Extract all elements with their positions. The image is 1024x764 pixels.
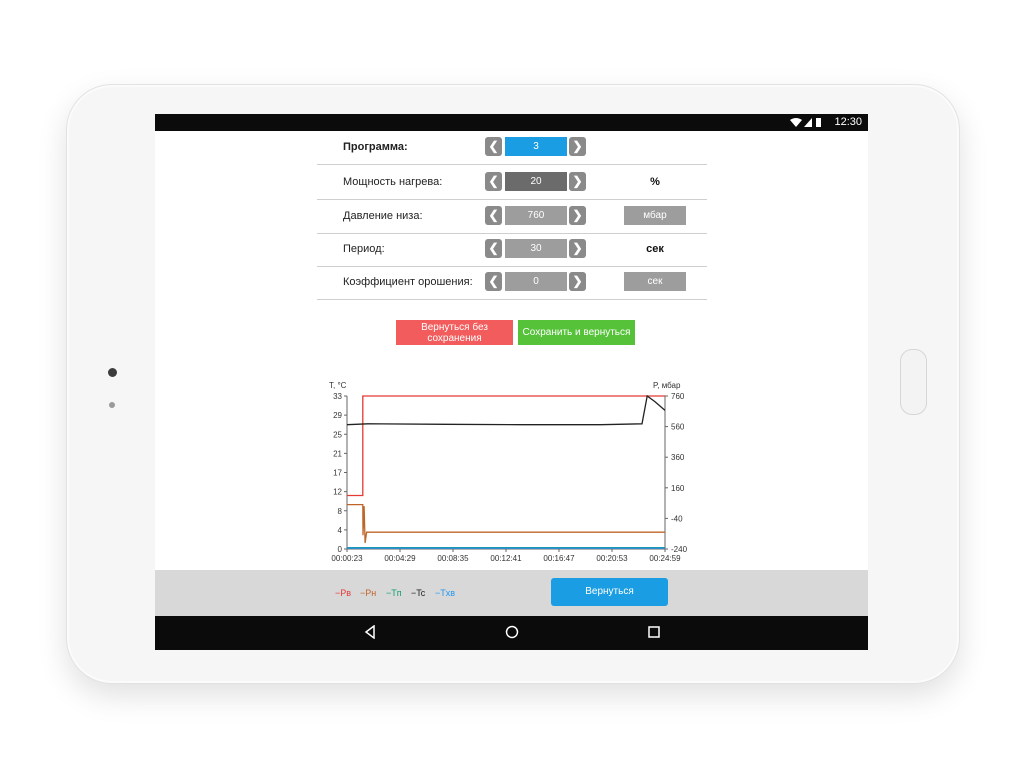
param-unit[interactable]: сек	[624, 272, 686, 291]
legend-item: −Pв	[335, 588, 352, 598]
increment-arrow-icon[interactable]: ❯	[569, 137, 586, 156]
right-axis-title: P, мбар	[653, 381, 681, 390]
left-tick-label: 12	[333, 488, 342, 497]
right-tick-label: 160	[671, 484, 685, 493]
param-label: Период:	[343, 243, 385, 255]
series-line-Pв	[347, 395, 665, 497]
legend-item: −Pн	[360, 588, 377, 598]
left-tick-label: 17	[333, 469, 342, 478]
decrement-arrow-icon[interactable]: ❮	[485, 272, 502, 291]
recents-nav-icon[interactable]	[647, 625, 661, 639]
right-tick-label: 760	[671, 392, 685, 401]
left-tick-label: 8	[338, 507, 343, 516]
x-tick-label: 00:24:59	[649, 554, 681, 563]
decrement-arrow-icon[interactable]: ❮	[485, 239, 502, 258]
return-button[interactable]: Вернуться	[551, 578, 668, 606]
return-label: Вернуться	[585, 586, 634, 597]
param-value[interactable]: 760	[505, 206, 567, 225]
left-axis-title: T, °C	[329, 381, 347, 390]
back-nav-icon[interactable]	[364, 625, 376, 639]
decrement-arrow-icon[interactable]: ❮	[485, 172, 502, 191]
x-tick-label: 00:00:23	[331, 554, 363, 563]
right-tick-label: -40	[671, 514, 683, 523]
left-tick-label: 33	[333, 392, 342, 401]
decrement-arrow-icon[interactable]: ❮	[485, 137, 502, 156]
param-value[interactable]: 20	[505, 172, 567, 191]
home-nav-icon[interactable]	[505, 625, 519, 639]
screen: 12:30 Программа: ❮ 3 ❯ Мощность нагрева: ❮ 20 ❯…	[155, 114, 868, 650]
increment-arrow-icon[interactable]: ❯	[569, 272, 586, 291]
status-bar: 12:30	[155, 114, 868, 131]
param-row: Мощность нагрева: ❮ 20 ❯%	[317, 166, 707, 200]
return-without-saving-button[interactable]: Вернуться без сохранения	[396, 320, 513, 345]
param-row: Давление низа: ❮ 760 ❯ мбар	[317, 200, 707, 234]
temperature-pressure-chart: T, °C P, мбар 33 29 25 21 17 12 8 4 0 760 560 360 160 -…	[329, 381, 688, 563]
param-row: Программа: ❮ 3 ❯	[317, 131, 707, 165]
left-tick-label: 4	[338, 526, 343, 535]
param-label: Давление низа:	[343, 210, 423, 222]
param-label: Программа:	[343, 141, 408, 153]
right-tick-label: 360	[671, 453, 685, 462]
save-and-return-button[interactable]: Сохранить и вернуться	[518, 320, 635, 345]
series-line-Tc	[346, 394, 666, 426]
legend-item: −Tхв	[435, 588, 456, 598]
increment-arrow-icon[interactable]: ❯	[569, 239, 586, 258]
left-tick-label: 21	[333, 449, 342, 458]
navigation-bar	[155, 616, 868, 650]
param-label: Мощность нагрева:	[343, 176, 443, 188]
status-icons	[790, 118, 821, 127]
param-value[interactable]: 30	[505, 239, 567, 258]
param-unit: сек	[646, 243, 664, 255]
x-tick-label: 00:12:41	[490, 554, 522, 563]
front-camera	[108, 368, 117, 377]
save-and-return-label: Сохранить и вернуться	[522, 327, 631, 338]
decrement-arrow-icon[interactable]: ❮	[485, 206, 502, 225]
param-value[interactable]: 0	[505, 272, 567, 291]
left-tick-label: 25	[333, 430, 342, 439]
legend-item: −Tп	[386, 588, 402, 598]
series-line-Pн	[347, 503, 665, 543]
status-time: 12:30	[834, 116, 862, 128]
param-row: Период: ❮ 30 ❯ сек	[317, 233, 707, 267]
param-value[interactable]: 3	[505, 137, 567, 156]
wifi-icon	[790, 118, 802, 127]
home-hardware-button[interactable]	[900, 349, 927, 415]
increment-arrow-icon[interactable]: ❯	[569, 206, 586, 225]
light-sensor	[109, 402, 115, 408]
signal-icon	[804, 118, 812, 127]
left-tick-label: 29	[333, 411, 342, 420]
left-tick-label: 0	[338, 545, 343, 554]
bottom-bar: −Pв −Pн −Tп −Tc −Tхв Вернуться	[155, 570, 868, 616]
x-tick-label: 00:16:47	[543, 554, 575, 563]
x-tick-label: 00:08:35	[437, 554, 469, 563]
increment-arrow-icon[interactable]: ❯	[569, 172, 586, 191]
param-unit[interactable]: мбар	[624, 206, 686, 225]
return-without-saving-label: Вернуться без сохранения	[421, 321, 488, 344]
param-label: Коэффициент орошения:	[343, 276, 473, 288]
battery-icon	[816, 118, 821, 127]
x-tick-label: 00:20:53	[596, 554, 628, 563]
right-tick-label: 560	[671, 423, 685, 432]
right-tick-label: -240	[671, 545, 688, 554]
x-tick-label: 00:04:29	[384, 554, 416, 563]
param-unit: %	[650, 176, 660, 188]
param-row: Коэффициент орошения: ❮ 0 ❯ сек	[317, 266, 707, 300]
legend-item: −Tc	[411, 588, 426, 598]
